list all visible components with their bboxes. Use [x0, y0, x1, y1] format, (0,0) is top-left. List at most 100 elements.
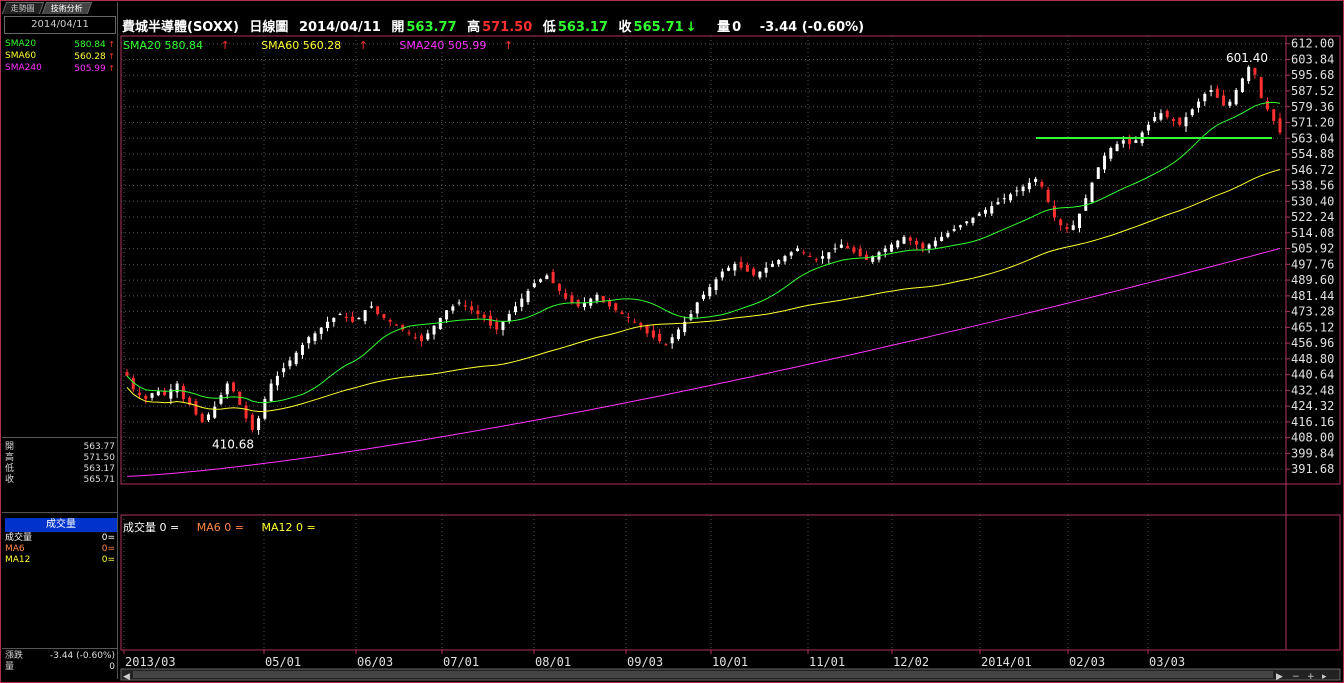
- low-annotation: 410.68: [212, 437, 254, 451]
- x-tick-label: 2013/03: [125, 655, 176, 669]
- high-value: 571.50: [482, 20, 533, 35]
- candle-body: [1034, 178, 1038, 183]
- sma240-row: SMA240 505.99 ↑: [5, 63, 117, 75]
- candle-body: [658, 333, 662, 342]
- candle-body: [470, 306, 474, 311]
- candle-body: [1134, 140, 1138, 143]
- y-tick-label: 424.32: [1291, 399, 1334, 413]
- candle-body: [990, 205, 994, 214]
- candle-body: [614, 303, 618, 311]
- y-tick-label: 489.60: [1291, 273, 1334, 287]
- candle-body: [745, 264, 749, 272]
- candle-body: [896, 240, 900, 248]
- candle-body: [883, 248, 887, 253]
- candle-body: [501, 321, 505, 330]
- legend-sma240: SMA240 505.99 ↑: [399, 39, 514, 52]
- y-tick-label: 432.48: [1291, 383, 1334, 397]
- candle-body: [520, 298, 524, 307]
- candle-body: [1009, 194, 1013, 201]
- high-label: 高: [5, 453, 15, 463]
- candle-body: [670, 337, 674, 344]
- sma240-value: 505.99 ↑: [74, 64, 115, 74]
- candle-body: [1278, 118, 1282, 133]
- y-tick-label: 563.04: [1291, 131, 1334, 145]
- vol-legend-volume: 成交量 0 =: [123, 521, 180, 534]
- y-tick-label: 595.68: [1291, 68, 1334, 82]
- ma12-value: 0=: [101, 555, 115, 565]
- candle-body: [532, 283, 536, 288]
- candle-body: [915, 240, 919, 245]
- candle-body: [294, 352, 298, 365]
- candle-body: [714, 279, 718, 290]
- candle-body: [1153, 117, 1157, 122]
- open-label: 開: [5, 442, 15, 452]
- candle-body: [795, 248, 799, 252]
- candle-body: [1090, 182, 1094, 202]
- high-annotation: 601.40: [1226, 51, 1268, 65]
- candle-body: [263, 399, 267, 419]
- candle-body: [514, 306, 518, 313]
- sma60-value: 560.28 ↑: [74, 52, 115, 62]
- y-tick-label: 612.00: [1291, 37, 1334, 51]
- candle-body: [507, 314, 511, 322]
- period-label: 日線圖: [249, 20, 289, 35]
- close-row: 收 565.71: [5, 475, 117, 486]
- candle-body: [282, 368, 286, 373]
- candle-body: [420, 335, 424, 342]
- sma20-row: SMA20 580.84 ↑: [5, 39, 117, 51]
- candle-body: [639, 322, 643, 326]
- candle-body: [551, 271, 555, 284]
- y-tick-label: 465.12: [1291, 320, 1334, 334]
- candle-body: [814, 259, 818, 261]
- change-label: 漲跌: [5, 651, 24, 661]
- left-info-panel: 走勢圖 技術分析 2014/04/11 SMA20 580.84 ↑ SMA60…: [1, 2, 118, 679]
- change-value: -3.44 (-0.60%): [759, 20, 865, 35]
- candle-body: [413, 337, 417, 339]
- tab-trend[interactable]: 走勢圖: [1, 2, 45, 14]
- candle-body: [307, 337, 311, 344]
- candle-body: [482, 314, 486, 318]
- price-panel-border: [120, 35, 1341, 485]
- volume-panel-border: [120, 514, 1341, 651]
- candle-body: [933, 240, 937, 247]
- y-tick-label: 399.84: [1291, 446, 1334, 460]
- scroll-left-icon[interactable]: ◀: [123, 672, 130, 682]
- candle-body: [1215, 88, 1219, 98]
- vol-legend-ma12: MA12 0 =: [261, 521, 316, 534]
- candle-body: [407, 332, 411, 334]
- candle-body: [150, 393, 154, 398]
- candle-body: [313, 333, 317, 342]
- scrollbar-thumb: [133, 671, 1273, 678]
- candlestick-chart[interactable]: 612.00603.84595.68587.52579.36571.20563.…: [0, 0, 1344, 683]
- open-row: 開 563.77: [5, 442, 117, 453]
- candle-body: [495, 321, 499, 330]
- zoom-out-icon[interactable]: −: [1292, 672, 1300, 682]
- instrument-title: 費城半導體(SOXX): [122, 20, 239, 35]
- tab-technical[interactable]: 技術分析: [41, 2, 93, 14]
- left-date: 2014/04/11: [4, 16, 116, 34]
- candle-body: [338, 314, 342, 316]
- candle-body: [432, 325, 436, 335]
- candle-body: [1190, 109, 1194, 116]
- scroll-right-icon[interactable]: ▶: [1276, 672, 1283, 682]
- x-tick-label: 10/01: [712, 655, 748, 669]
- x-tick-label: 09/03: [627, 655, 663, 669]
- scroll-end-icon[interactable]: ▸: [1322, 672, 1327, 682]
- zoom-in-icon[interactable]: +: [1307, 672, 1315, 682]
- candle-body: [445, 310, 449, 320]
- candle-body: [833, 248, 837, 250]
- candle-body: [971, 217, 975, 224]
- candle-body: [200, 414, 204, 423]
- candle-body: [488, 315, 492, 326]
- x-tick-label: 06/03: [357, 655, 393, 669]
- candle-body: [727, 267, 731, 271]
- candle-body: [595, 294, 599, 301]
- x-tick-label: 12/02: [893, 655, 929, 669]
- candle-body: [676, 329, 680, 339]
- candle-body: [689, 314, 693, 320]
- volume-header: 成交量: [5, 518, 117, 532]
- y-tick-label: 603.84: [1291, 52, 1334, 66]
- candle-body: [1247, 66, 1251, 82]
- candle-body: [181, 385, 185, 400]
- candle-body: [626, 316, 630, 318]
